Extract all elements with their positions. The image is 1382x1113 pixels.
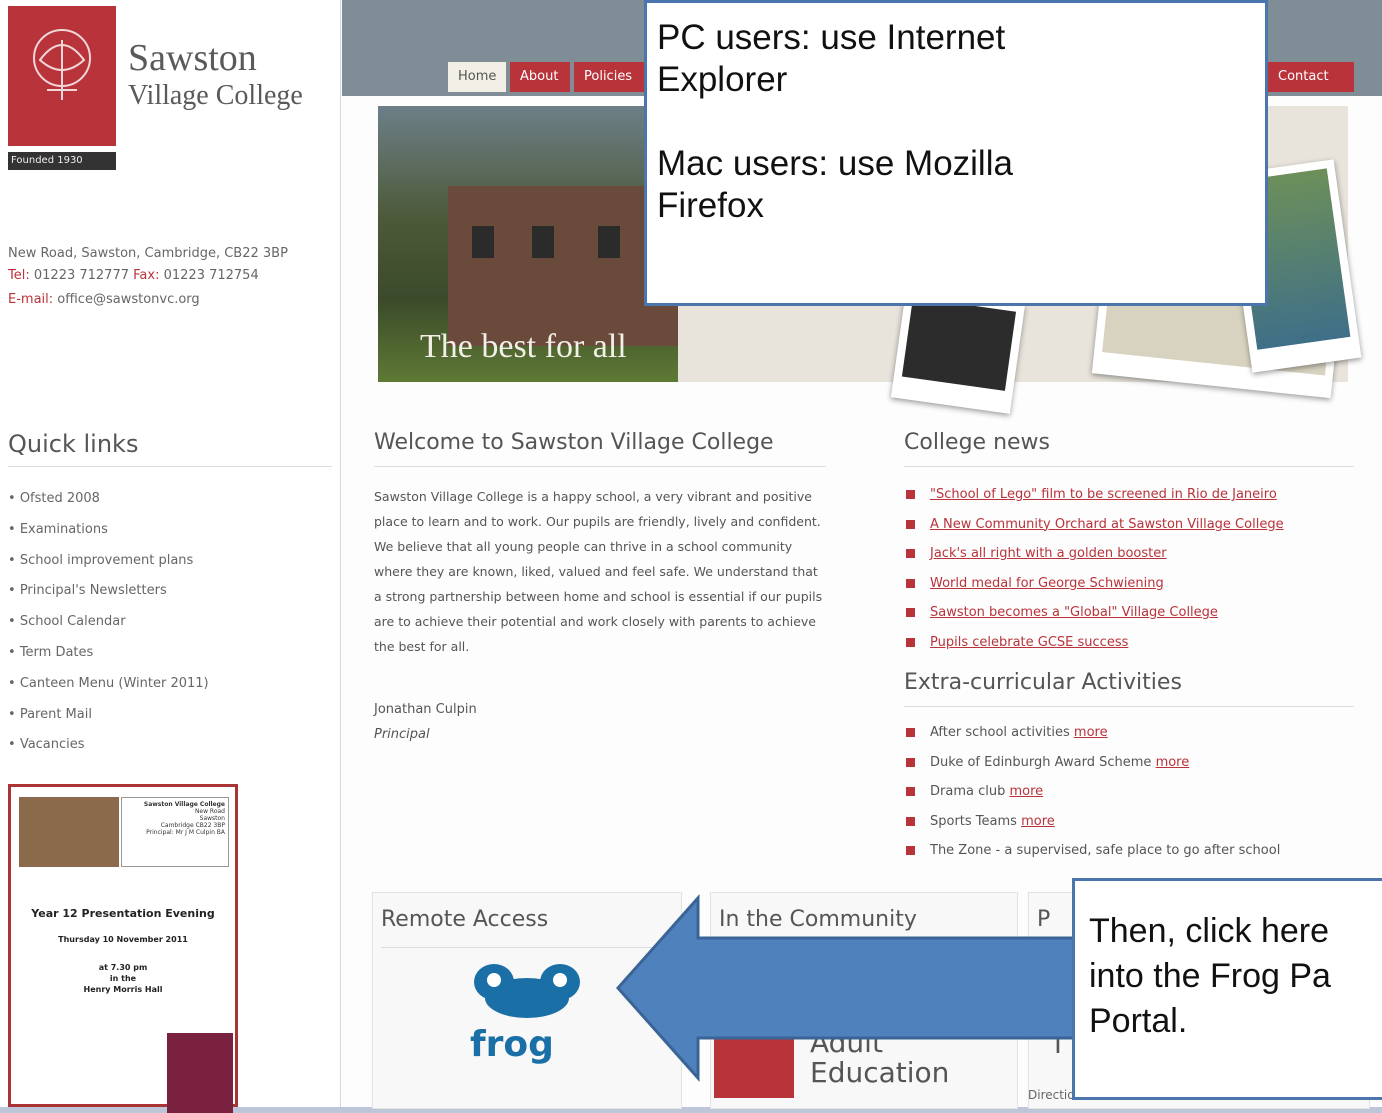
- callout-text: Firefox: [657, 186, 764, 225]
- quick-link-item[interactable]: • Ofsted 2008: [8, 486, 209, 517]
- poster-time: at 7.30 pm: [98, 963, 148, 972]
- callout-text: into the Frog Pa: [1089, 957, 1331, 995]
- callout-text: PC users: use Internet: [657, 18, 1006, 57]
- divider: [374, 466, 826, 467]
- activity-item: Duke of Edinburgh Award Scheme more: [904, 752, 1280, 782]
- divider: [904, 466, 1354, 467]
- news-item[interactable]: World medal for George Schwiening: [904, 573, 1284, 603]
- activity-item: After school activities more: [904, 722, 1280, 752]
- quick-link-item[interactable]: • Examinations: [8, 517, 209, 548]
- presentation-evening-poster[interactable]: Sawston Village College New Road Sawston…: [8, 784, 238, 1113]
- news-list: "School of Lego" film to be screened in …: [904, 484, 1284, 661]
- news-item[interactable]: "School of Lego" film to be screened in …: [904, 484, 1284, 514]
- tab-policies[interactable]: Policies: [574, 62, 644, 92]
- frog-logo-icon[interactable]: [472, 960, 582, 1022]
- callout-text: Explorer: [657, 60, 788, 99]
- divider: [904, 706, 1354, 707]
- poster-title: Year 12 Presentation Evening: [31, 907, 215, 920]
- quick-link-item[interactable]: • Parent Mail: [8, 702, 209, 733]
- activity-item: Drama club more: [904, 781, 1280, 811]
- poster-date: Thursday 10 November 2011: [58, 935, 188, 944]
- tel-label: Tel:: [8, 268, 30, 283]
- poster-venue: Henry Morris Hall: [83, 985, 163, 994]
- welcome-text: Sawston Village College is a happy schoo…: [374, 489, 823, 654]
- frog-instructions-callout: Then, click here into the Frog Pa Portal…: [1072, 878, 1382, 1100]
- email-label: E-mail:: [8, 292, 54, 307]
- principal-name: Jonathan Culpin: [374, 702, 477, 717]
- founded-label: Founded 1930: [8, 152, 116, 170]
- more-link[interactable]: more: [1156, 755, 1190, 770]
- activity-item: Sports Teams more: [904, 811, 1280, 841]
- callout-spacer: [657, 101, 1255, 143]
- email-line: E-mail: office@sawstonvc.org: [8, 292, 200, 307]
- remote-access-title: Remote Access: [381, 907, 549, 932]
- callout-text: Mac users: use Mozilla: [657, 144, 1013, 183]
- divider: [8, 466, 332, 467]
- quick-links-title: Quick links: [8, 430, 139, 458]
- poster-crest-icon: [167, 1033, 233, 1113]
- quick-links-list: • Ofsted 2008 • Examinations • School im…: [8, 486, 209, 763]
- quick-link-item[interactable]: • Term Dates: [8, 640, 209, 671]
- tab-contact[interactable]: Contact: [1268, 62, 1354, 92]
- activities-list: After school activities more Duke of Edi…: [904, 722, 1280, 870]
- extra-curricular-title: Extra-curricular Activities: [904, 670, 1182, 695]
- fax-number: 01223 712754: [163, 268, 259, 283]
- phone-line: Tel: 01223 712777 Fax: 01223 712754: [8, 268, 259, 283]
- callout-text: Portal.: [1089, 1002, 1188, 1040]
- more-link[interactable]: more: [1074, 725, 1108, 740]
- principal-role: Principal: [374, 727, 430, 742]
- quick-link-item[interactable]: • School improvement plans: [8, 548, 209, 579]
- news-item[interactable]: Jack's all right with a golden booster: [904, 543, 1284, 573]
- college-news-title: College news: [904, 430, 1051, 455]
- hero-tagline: The best for all: [420, 328, 627, 365]
- hero-polaroid: [890, 288, 1026, 414]
- webpage: Founded 1930 Sawston Village College New…: [0, 0, 1382, 1113]
- poster-in: in the: [109, 974, 137, 983]
- left-column: Founded 1930 Sawston Village College New…: [0, 0, 341, 1113]
- fax-label: Fax:: [133, 268, 160, 283]
- tab-home[interactable]: Home: [448, 62, 506, 92]
- quick-link-item[interactable]: • Vacancies: [8, 732, 209, 763]
- more-link[interactable]: more: [1021, 814, 1055, 829]
- poster-photo: [19, 797, 119, 867]
- tab-about[interactable]: About: [510, 62, 570, 92]
- arrow-annotation-icon: [615, 894, 1080, 1082]
- more-link[interactable]: more: [1009, 784, 1043, 799]
- college-crest-logo[interactable]: [8, 6, 116, 146]
- quick-link-item[interactable]: • Canteen Menu (Winter 2011): [8, 671, 209, 702]
- poster-address-box: Sawston Village College New Road Sawston…: [121, 797, 229, 867]
- browser-instructions-callout: PC users: use Internet Explorer Mac user…: [644, 0, 1268, 306]
- quick-link-item[interactable]: • School Calendar: [8, 609, 209, 640]
- tel-number: 01223 712777: [33, 268, 129, 283]
- welcome-title: Welcome to Sawston Village College: [374, 430, 774, 455]
- callout-text: Then, click here: [1089, 912, 1329, 950]
- email-link[interactable]: office@sawstonvc.org: [57, 292, 199, 307]
- news-item[interactable]: Pupils celebrate GCSE success: [904, 632, 1284, 662]
- frog-logo-text[interactable]: frog: [470, 1024, 554, 1065]
- news-item[interactable]: A New Community Orchard at Sawston Villa…: [904, 514, 1284, 544]
- activity-item: The Zone - a supervised, safe place to g…: [904, 840, 1280, 870]
- college-name-subtitle: Village College: [128, 80, 303, 111]
- news-item[interactable]: Sawston becomes a "Global" Village Colle…: [904, 602, 1284, 632]
- college-name: Sawston: [128, 37, 257, 79]
- address-text: New Road, Sawston, Cambridge, CB22 3BP: [8, 246, 288, 261]
- quick-link-item[interactable]: • Principal's Newsletters: [8, 578, 209, 609]
